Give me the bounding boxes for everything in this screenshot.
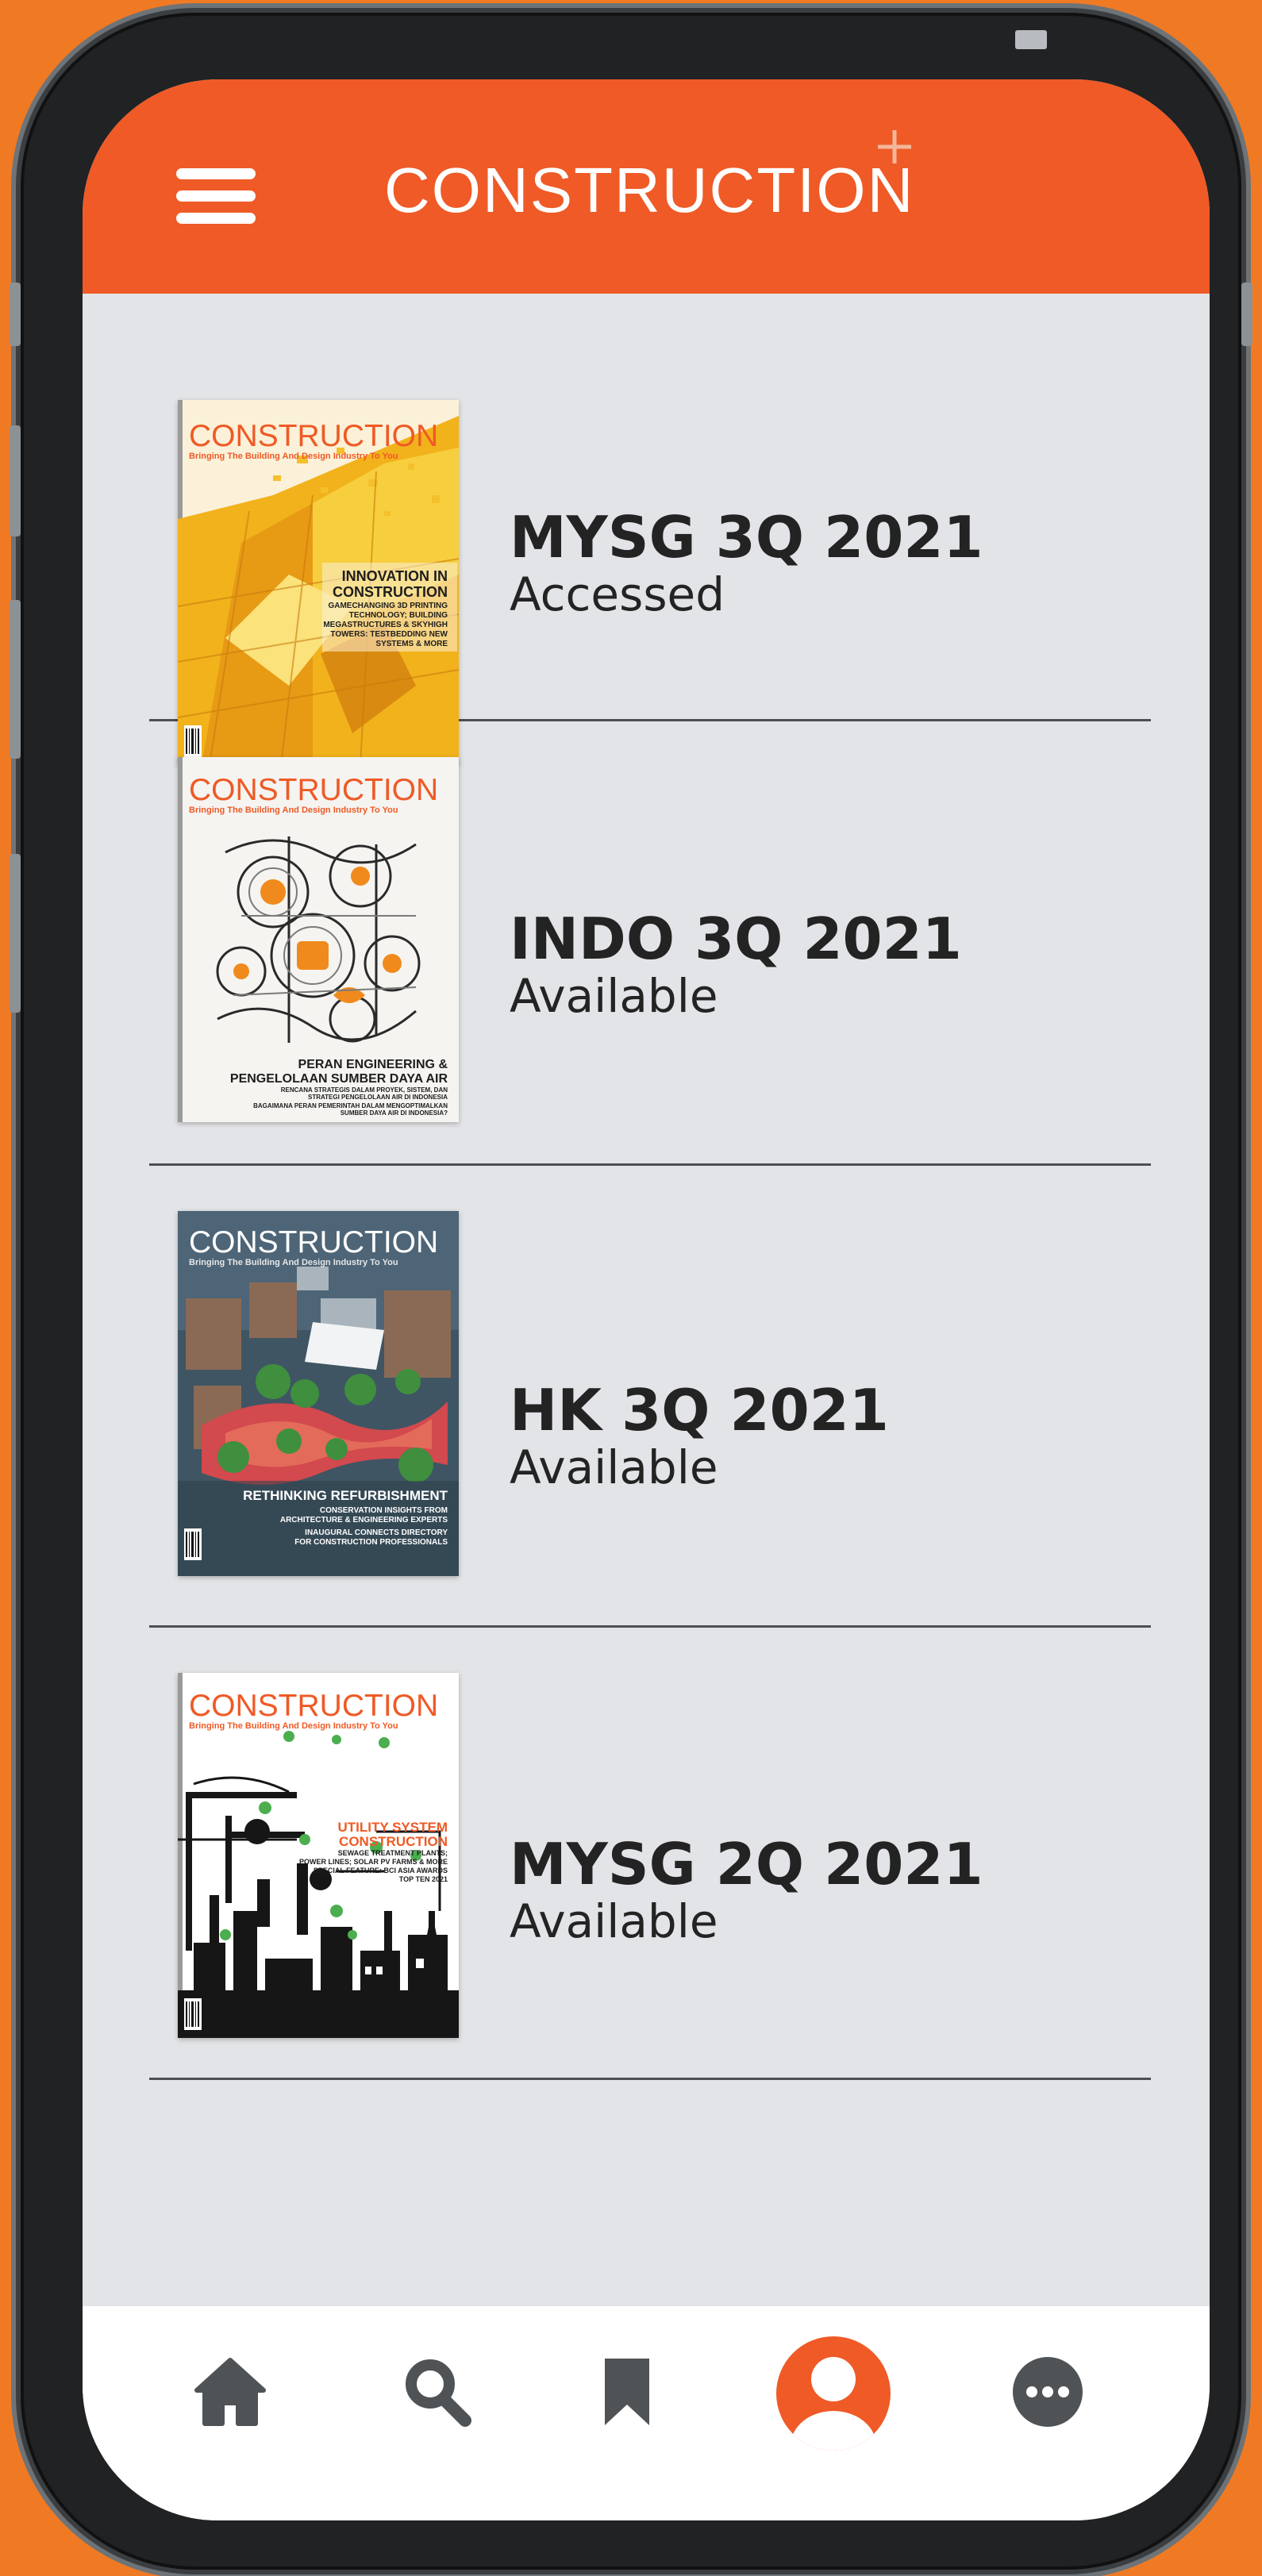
nav-home[interactable] xyxy=(159,2306,302,2520)
nav-more[interactable] xyxy=(976,2306,1119,2520)
issue-info: MYSG 2Q 2021 Available xyxy=(510,1831,983,1948)
cover-subtext: POWER LINES; SOLAR PV FARMS & MORE xyxy=(299,1858,448,1866)
brand-name: CONSTRUCTION xyxy=(384,155,915,225)
nav-profile[interactable] xyxy=(762,2306,905,2520)
cover-headline: PERAN ENGINEERING & xyxy=(298,1058,448,1071)
cover-subtext: INAUGURAL CONNECTS DIRECTORY xyxy=(305,1528,448,1537)
issue-row[interactable]: CONSTRUCTION Bringing The Building And D… xyxy=(149,294,1151,765)
cover-masthead: CONSTRUCTION xyxy=(189,1225,438,1259)
cover-subtext: RENCANA STRATEGIS DALAM PROYEK, SISTEM, … xyxy=(281,1086,448,1094)
volume-up-button xyxy=(10,425,21,536)
side-button xyxy=(10,283,21,346)
issue-info: MYSG 3Q 2021 Accessed xyxy=(510,504,983,621)
power-button xyxy=(1241,283,1252,346)
nav-search[interactable] xyxy=(365,2306,508,2520)
cover-subtext: TOP TEN 2021 xyxy=(399,1875,448,1883)
home-icon xyxy=(194,2358,266,2426)
search-icon xyxy=(406,2359,471,2427)
issue-status: Available xyxy=(510,1894,718,1948)
app-screen: CONSTRUCTION CONSTRUCTION Bringing The B… xyxy=(83,79,1210,2520)
issue-status: Available xyxy=(510,968,718,1023)
issue-row[interactable]: CONSTRUCTION Bringing The Building And D… xyxy=(149,1627,1151,2080)
issue-title: MYSG 2Q 2021 xyxy=(510,1831,983,1897)
cover-headline: INNOVATION IN xyxy=(342,568,448,584)
volume-down-button xyxy=(10,600,21,759)
cover-subtext: SUMBER DAYA AIR DI INDONESIA? xyxy=(341,1109,448,1117)
nav-bookmarks[interactable] xyxy=(556,2306,698,2520)
cover-tagline: Bringing The Building And Design Industr… xyxy=(189,1258,398,1267)
cover-subtext: BAGAIMANA PERAN PEMERINTAH DALAM MENGOPT… xyxy=(253,1102,448,1109)
cover-headline: CONSTRUCTION xyxy=(339,1834,448,1849)
cover-subtext: MEGASTRUCTURES & SKYHIGH xyxy=(323,621,448,629)
hamburger-menu-icon[interactable] xyxy=(176,168,256,224)
cover-subtext: TECHNOLOGY; BUILDING xyxy=(349,611,448,620)
issue-title: HK 3Q 2021 xyxy=(510,1377,889,1444)
issue-title: INDO 3Q 2021 xyxy=(510,905,962,972)
issue-cover[interactable]: CONSTRUCTION Bringing The Building And D… xyxy=(178,1211,459,1576)
issue-status: Available xyxy=(510,1440,718,1494)
issue-status: Accessed xyxy=(510,567,725,621)
cover-headline: UTILITY SYSTEM xyxy=(337,1820,448,1835)
cover-subtext: TOWERS: TESTBEDDING NEW xyxy=(330,630,448,639)
cover-tagline: Bringing The Building And Design Industr… xyxy=(189,452,398,461)
issue-row[interactable]: CONSTRUCTION Bringing The Building And D… xyxy=(149,1165,1151,1628)
cover-subtext: SPECIAL FEATURE: BCI ASIA AWARDS xyxy=(314,1867,448,1874)
volume-extra-button xyxy=(10,854,21,1013)
cover-headline: CONSTRUCTION xyxy=(333,584,448,600)
cover-headline: PENGELOLAAN SUMBER DAYA AIR xyxy=(230,1072,448,1086)
cover-subtext: ARCHITECTURE & ENGINEERING EXPERTS xyxy=(280,1516,448,1524)
cover-masthead: CONSTRUCTION xyxy=(189,419,438,453)
bookmark-icon xyxy=(605,2359,649,2425)
issue-info: HK 3Q 2021 Available xyxy=(510,1377,889,1494)
brand-plus-icon xyxy=(878,130,911,163)
cover-subtext: FOR CONSTRUCTION PROFESSIONALS xyxy=(294,1538,448,1547)
issue-title: MYSG 3Q 2021 xyxy=(510,504,983,571)
cover-subtext: SEWAGE TREATMENT PLANTS; xyxy=(338,1849,448,1857)
app-header: CONSTRUCTION xyxy=(83,79,1210,294)
issue-cover[interactable]: CONSTRUCTION Bringing The Building And D… xyxy=(178,757,459,1122)
cover-subtext: CONSERVATION INSIGHTS FROM xyxy=(320,1506,448,1515)
brand-logo: CONSTRUCTION xyxy=(384,130,987,240)
more-icon xyxy=(1013,2357,1083,2427)
cover-subtext: SYSTEMS & MORE xyxy=(375,640,448,648)
cover-masthead: CONSTRUCTION xyxy=(189,773,438,807)
cover-subtext: STRATEGI PENGELOLAAN AIR DI INDONESIA xyxy=(308,1094,448,1101)
cover-subtext: GAMECHANGING 3D PRINTING xyxy=(328,602,448,610)
issue-cover[interactable]: CONSTRUCTION Bringing The Building And D… xyxy=(178,400,459,765)
profile-icon xyxy=(776,2336,891,2451)
cover-masthead: CONSTRUCTION xyxy=(189,1689,438,1723)
cover-headline: RETHINKING REFURBISHMENT xyxy=(243,1488,448,1503)
issue-cover[interactable]: CONSTRUCTION Bringing The Building And D… xyxy=(178,1673,459,2038)
cover-tagline: Bringing The Building And Design Industr… xyxy=(189,1721,398,1731)
issue-row[interactable]: CONSTRUCTION Bringing The Building And D… xyxy=(149,721,1151,1166)
issue-info: INDO 3Q 2021 Available xyxy=(510,909,962,1022)
cover-tagline: Bringing The Building And Design Industr… xyxy=(189,805,398,815)
bottom-nav xyxy=(83,2306,1210,2520)
camera-notch xyxy=(1015,30,1047,49)
